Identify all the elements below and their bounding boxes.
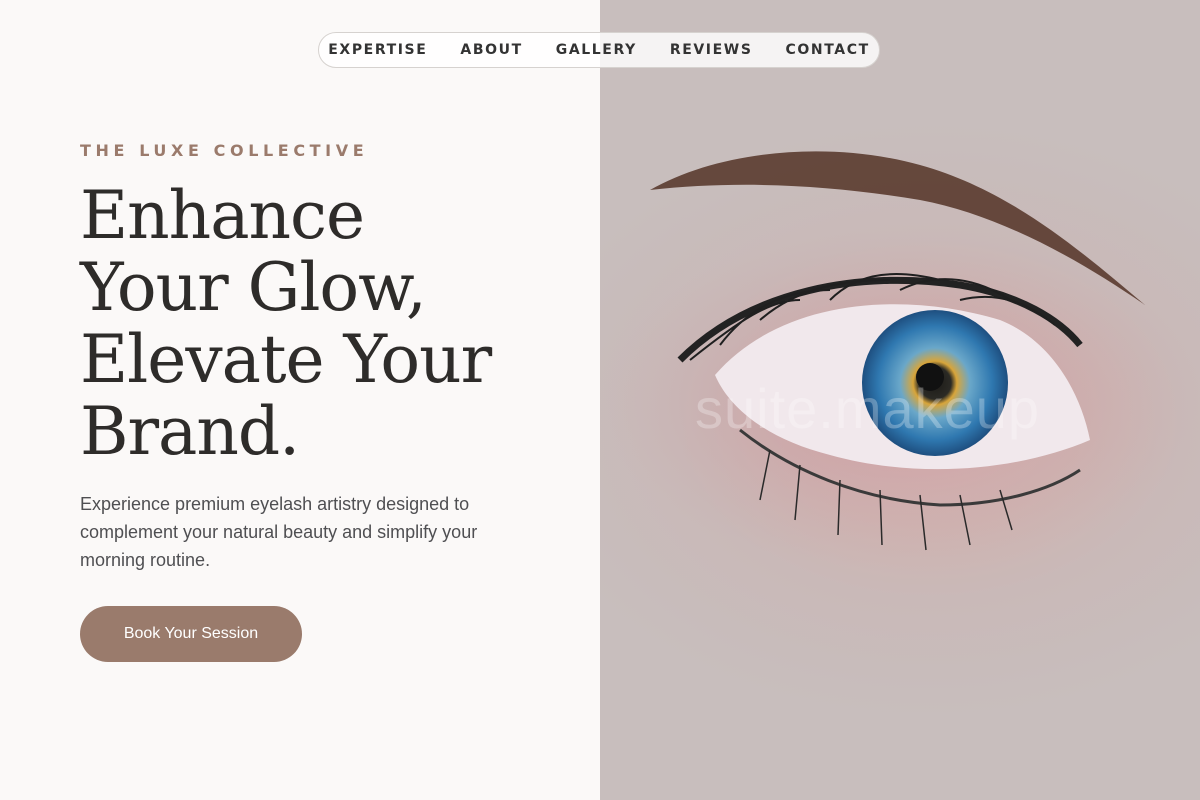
nav-link-contact[interactable]: CONTACT [786,42,870,58]
book-session-button[interactable]: Book Your Session [80,606,302,662]
hero-headline: Enhance Your Glow, Elevate Your Brand. [80,180,580,468]
hero-left-panel: THE LUXE COLLECTIVE Enhance Your Glow, E… [0,0,600,800]
headline-line: Brand. [80,393,300,470]
nav-link-expertise[interactable]: EXPERTISE [328,42,427,58]
headline-line: Enhance [80,177,365,254]
nav-link-reviews[interactable]: REVIEWS [670,42,753,58]
nav-link-gallery[interactable]: GALLERY [556,42,637,58]
hero-description: Experience premium eyelash artistry desi… [80,494,478,570]
headline-line: Your Glow, [80,249,427,326]
image-watermark: suite.makeup [695,377,1041,440]
hero-eye-image: suite.makeup [600,0,1200,800]
brand-eyebrow: THE LUXE COLLECTIVE [80,141,369,160]
nav-link-about[interactable]: ABOUT [460,42,522,58]
headline-line: Elevate Your [80,321,492,398]
top-navigation: EXPERTISE ABOUT GALLERY REVIEWS CONTACT [318,32,880,68]
